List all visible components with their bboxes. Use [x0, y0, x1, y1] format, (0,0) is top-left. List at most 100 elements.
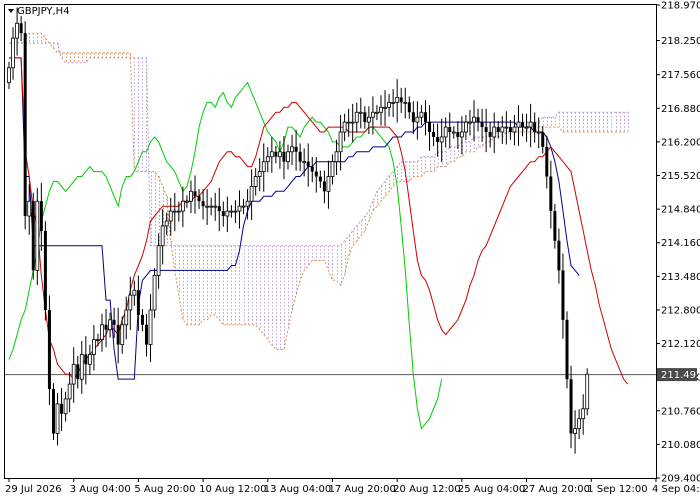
candle-body — [51, 389, 55, 434]
candle-body — [415, 116, 420, 123]
candle-body — [290, 146, 294, 153]
candle-body — [225, 210, 230, 217]
candle-body — [399, 97, 403, 103]
y-tick-label: 213.480 — [661, 272, 700, 283]
y-tick-label: 216.200 — [661, 137, 700, 148]
candle-body — [156, 245, 161, 276]
candle-body — [366, 116, 371, 123]
candle-body — [282, 151, 286, 162]
candle-body — [528, 121, 533, 128]
candle-body — [237, 205, 242, 212]
candle-body — [176, 210, 181, 213]
candle — [47, 295, 51, 406]
candle-body — [213, 205, 218, 208]
candle-body — [459, 131, 464, 138]
candle-body — [496, 127, 500, 133]
y-tick-label: 218.970 — [661, 1, 700, 12]
candle-body — [11, 37, 15, 69]
candle-body — [310, 166, 314, 172]
candle-body — [350, 121, 355, 124]
candle-body — [451, 131, 456, 134]
candle-body — [245, 200, 250, 207]
candle-body — [318, 176, 322, 182]
candle-body — [23, 33, 27, 217]
candle-body — [403, 101, 408, 104]
candle — [585, 368, 590, 416]
candle-body — [448, 127, 452, 133]
candle-body — [480, 122, 484, 128]
candle-body — [55, 403, 60, 434]
candle — [565, 311, 569, 389]
candle-body — [354, 111, 359, 123]
candle-body — [322, 181, 326, 192]
y-tick-label: 215.520 — [661, 171, 700, 182]
current-price-badge: 211.492 — [657, 368, 700, 382]
candle-body — [96, 339, 100, 342]
candle-body — [180, 200, 185, 212]
candle-body — [549, 176, 553, 212]
candle-body — [100, 324, 104, 341]
candle-body — [358, 111, 363, 114]
candle-body — [205, 205, 210, 208]
x-tick-label: 5 Aug 20:00 — [134, 484, 195, 495]
candle-body — [87, 354, 92, 365]
x-tick-label: 1 Sep 12:00 — [587, 484, 647, 495]
candle — [43, 221, 47, 321]
candle-body — [476, 117, 480, 123]
candle — [51, 383, 55, 441]
candle-body — [265, 156, 270, 163]
symbol-label: GBPJPY,H4 — [17, 6, 70, 17]
ichimoku-chart[interactable]: 218.970 218.250 217.560 216.880 216.200 215.5… — [0, 0, 700, 500]
candle-body — [233, 210, 238, 213]
candle-body — [249, 185, 254, 202]
candle-body — [375, 111, 379, 114]
candle-body — [35, 200, 40, 271]
candle-body — [185, 200, 189, 203]
candle-body — [411, 112, 415, 123]
candle-body — [561, 270, 565, 320]
candle-body — [545, 146, 549, 177]
candle-body — [120, 324, 125, 345]
candle — [35, 187, 40, 286]
candle-body — [197, 196, 201, 202]
y-tick-label: 218.250 — [661, 36, 700, 47]
candle-body — [43, 230, 47, 310]
candle-body — [565, 319, 569, 380]
candle-body — [60, 403, 64, 414]
candle-body — [383, 106, 387, 109]
candle-body — [294, 146, 298, 152]
candle-body — [63, 398, 68, 415]
price-badge-text: 211.492 — [661, 370, 700, 381]
x-tick-label: 3 Aug 04:00 — [70, 484, 131, 495]
candle-body — [31, 201, 35, 271]
candle-body — [330, 161, 335, 177]
candle-body — [209, 205, 214, 208]
candle-body — [533, 122, 537, 133]
y-tick-label: 216.880 — [661, 104, 700, 115]
candle-body — [128, 294, 133, 311]
candle-body — [27, 200, 32, 217]
candle-body — [253, 176, 258, 187]
candle-body — [144, 324, 148, 345]
candle-body — [432, 132, 436, 137]
x-tick-label: 29 Jul 2026 — [5, 484, 62, 495]
candle-body — [577, 418, 582, 429]
candle-body — [379, 106, 383, 113]
candle-body — [112, 319, 116, 325]
y-tick-label: 214.160 — [661, 238, 700, 249]
y-tick-label: 217.560 — [661, 70, 700, 81]
candle-body — [428, 122, 432, 133]
candle-body — [84, 354, 88, 365]
candle-body — [557, 240, 561, 271]
candle-body — [553, 211, 557, 241]
candle-body — [512, 126, 517, 133]
candle-body — [76, 364, 80, 380]
candle-body — [132, 289, 137, 296]
candle-body — [193, 191, 197, 197]
candle-body — [104, 324, 108, 330]
candle-body — [456, 132, 460, 137]
candle-body — [536, 131, 541, 134]
candle-body — [500, 126, 505, 133]
candle-body — [108, 319, 112, 331]
y-tick-label: 209.400 — [661, 474, 700, 485]
